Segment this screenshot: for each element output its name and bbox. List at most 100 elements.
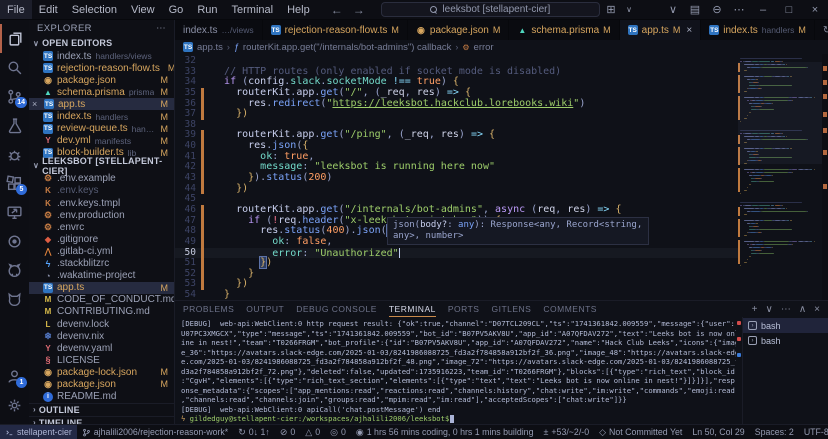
- activity-explorer[interactable]: [0, 24, 29, 53]
- terminal-tab-item[interactable]: ›bash: [743, 333, 828, 348]
- status-wakatime[interactable]: ◉1 hrs 56 mins coding, 0 hrs 1 mins buil…: [351, 425, 539, 439]
- close-icon[interactable]: ×: [32, 99, 40, 109]
- menu-terminal[interactable]: Terminal: [225, 0, 281, 19]
- activity-extensions[interactable]: 5: [0, 169, 29, 198]
- minimap[interactable]: [738, 54, 822, 300]
- status-encoding[interactable]: UTF-8: [799, 425, 828, 439]
- menu-file[interactable]: File: [0, 0, 32, 19]
- file-item[interactable]: K.env.keys: [29, 185, 174, 197]
- tab-rejection-reason-flow.ts[interactable]: TSrejection-reason-flow.tsM: [263, 20, 408, 40]
- file-item[interactable]: MCODE_OF_CONDUCT.md: [29, 294, 174, 306]
- menu-help[interactable]: Help: [280, 0, 317, 19]
- open-editor-item[interactable]: ◉package.jsonM: [29, 74, 174, 86]
- more-icon[interactable]: ⋯: [781, 304, 791, 315]
- workspace-header[interactable]: ∨ LEEKSBOT [STELLAPENT-CIER]: [29, 159, 174, 173]
- close-icon[interactable]: ×: [686, 25, 692, 36]
- status-warnings[interactable]: △0: [300, 425, 325, 439]
- maximize-panel-icon[interactable]: ∧: [799, 304, 806, 315]
- status-git-branch[interactable]: ajhalili2006/rejection-reason-work*: [77, 425, 233, 439]
- status-indentation[interactable]: Spaces: 2: [750, 425, 799, 439]
- open-editor-item[interactable]: ×TSapp.tsM: [29, 98, 174, 110]
- panel-tab-output[interactable]: OUTPUT: [246, 301, 284, 317]
- open-editor-item[interactable]: Ydev.ymlmanifestsM: [29, 135, 174, 147]
- activity-source-control[interactable]: 14: [0, 82, 29, 111]
- timeline-section[interactable]: › TIMELINE: [29, 416, 174, 424]
- tab-index.ts[interactable]: TSindex.tshandlersM: [701, 20, 815, 40]
- breadcrumb-symbol[interactable]: routerKit.app.get("/internals/bot-admins…: [243, 42, 451, 53]
- status-git-commit-status[interactable]: ◇Not Committed Yet: [594, 425, 687, 439]
- tab-schema.prisma[interactable]: ▲schema.prismaM: [509, 20, 619, 40]
- zoom-out-icon[interactable]: ⊖: [706, 0, 728, 19]
- file-item[interactable]: ◉package-lock.jsonM: [29, 366, 174, 378]
- tab-index.ts[interactable]: index.ts…/views: [175, 20, 263, 40]
- code-editor[interactable]: 3233 // HTTP routes (only enabled if soc…: [175, 54, 828, 300]
- file-item[interactable]: ⚙.env.example: [29, 173, 174, 185]
- panel-tab-debug-console[interactable]: DEBUG CONSOLE: [296, 301, 377, 317]
- more-icon[interactable]: ⋯: [728, 0, 750, 19]
- file-item[interactable]: §LICENSE: [29, 354, 174, 366]
- open-editors-header[interactable]: ∨ OPEN EDITORS: [29, 36, 174, 50]
- toggle-panel-icon[interactable]: ▤: [684, 0, 706, 19]
- activity-settings[interactable]: [0, 391, 29, 420]
- menu-view[interactable]: View: [124, 0, 162, 19]
- status-ports-forwarded[interactable]: ◎0: [325, 425, 351, 439]
- open-editor-item[interactable]: TSrejection-reason-flow.tsha…M: [29, 62, 174, 74]
- open-editor-item[interactable]: ▲schema.prismaprismaM: [29, 86, 174, 98]
- back-icon[interactable]: ←: [331, 3, 343, 17]
- menu-go[interactable]: Go: [162, 0, 191, 19]
- activity-debug[interactable]: [0, 140, 29, 169]
- file-item[interactable]: Ydevenv.yaml: [29, 342, 174, 354]
- status-git-sync[interactable]: ↻0↓ 1↑: [233, 425, 275, 439]
- status-remote-indicator[interactable]: stellapent-cier: [0, 425, 77, 439]
- panel-tab-comments[interactable]: COMMENTS: [543, 301, 597, 317]
- file-item[interactable]: iREADME.md: [29, 391, 174, 403]
- breadcrumb[interactable]: TS app.ts › ƒ routerKit.app.get("/intern…: [175, 40, 828, 54]
- file-item[interactable]: ⚙.envrc: [29, 221, 174, 233]
- terminal-tab-item[interactable]: ›bash: [743, 318, 828, 333]
- maximize-icon[interactable]: □: [776, 0, 802, 19]
- open-timeline-icon[interactable]: ↻: [823, 25, 828, 36]
- file-item[interactable]: ⚙.env.production: [29, 209, 174, 221]
- layout-dropdown-icon[interactable]: ∨: [622, 0, 636, 19]
- status-errors[interactable]: ⊘0: [275, 425, 300, 439]
- breadcrumb-file[interactable]: app.ts: [197, 42, 223, 53]
- activity-gitlab[interactable]: [0, 285, 29, 314]
- customize-layout-icon[interactable]: ⊞: [600, 0, 622, 19]
- breadcrumb-leaf[interactable]: error: [474, 42, 494, 53]
- activity-accounts[interactable]: 1: [0, 362, 29, 391]
- file-item[interactable]: TSapp.tsM: [29, 282, 174, 294]
- file-item[interactable]: MCONTRIBUTING.md: [29, 306, 174, 318]
- file-item[interactable]: Ldevenv.lock: [29, 318, 174, 330]
- activity-testing[interactable]: [0, 111, 29, 140]
- menu-selection[interactable]: Selection: [65, 0, 124, 19]
- menu-run[interactable]: Run: [190, 0, 224, 19]
- open-editor-item[interactable]: TSreview-queue.tshandlers/a…M: [29, 123, 174, 135]
- panel-tab-problems[interactable]: PROBLEMS: [183, 301, 234, 317]
- minimap-slider[interactable]: [738, 62, 822, 164]
- minimize-icon[interactable]: –: [750, 0, 776, 19]
- file-item[interactable]: K.env.keys.tmpl: [29, 197, 174, 209]
- file-item[interactable]: ◆.gitignore: [29, 233, 174, 245]
- file-item[interactable]: ⋀.gitlab-ci.yml: [29, 245, 174, 257]
- explorer-more-icon[interactable]: ⋯: [156, 23, 166, 34]
- terminal-dropdown-icon[interactable]: ∨: [766, 304, 773, 315]
- open-editor-item[interactable]: TSindex.tshandlersM: [29, 110, 174, 122]
- status-cursor-position[interactable]: Ln 50, Col 29: [687, 425, 749, 439]
- file-item[interactable]: ◔.wakatime-project: [29, 270, 174, 282]
- tab-package.json[interactable]: ◉package.jsonM: [408, 20, 509, 40]
- toggle-secondary-sidebar-icon[interactable]: ∨: [662, 0, 684, 19]
- panel-tab-gitlens[interactable]: GITLENS: [491, 301, 531, 317]
- terminal-output[interactable]: [DEBUG] web-api:WebClient:0 http request…: [175, 317, 736, 424]
- status-diff-stats[interactable]: ±+53/~2/-0: [538, 425, 594, 439]
- panel-tab-ports[interactable]: PORTS: [448, 301, 480, 317]
- file-item[interactable]: ❄devenv.nix: [29, 330, 174, 342]
- activity-search[interactable]: [0, 53, 29, 82]
- activity-remote-explorer[interactable]: [0, 198, 29, 227]
- tab-app.ts[interactable]: TSapp.tsM×: [620, 20, 702, 40]
- panel-tab-terminal[interactable]: TERMINAL: [389, 301, 436, 317]
- command-center-search[interactable]: leeksbot [stellapent-cier]: [381, 2, 600, 17]
- forward-icon[interactable]: →: [353, 3, 365, 17]
- new-terminal-icon[interactable]: +: [752, 304, 758, 315]
- activity-github[interactable]: [0, 256, 29, 285]
- file-item[interactable]: ϟ.stackblitzrc: [29, 258, 174, 270]
